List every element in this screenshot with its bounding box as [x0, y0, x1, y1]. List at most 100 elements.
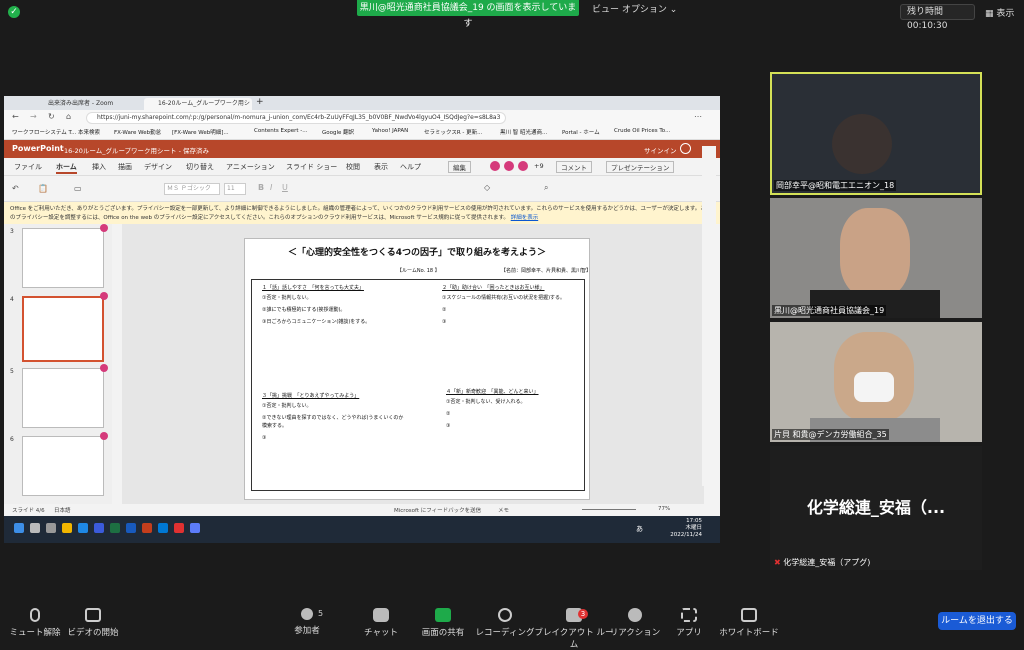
participant-video-speaker[interactable]: 岡部幸平@昭和電工エニオン_18 — [770, 72, 982, 195]
windows-taskbar: あ 17:05 木曜日 2022/11/24 — [4, 516, 720, 543]
slide-page[interactable]: ＜「心理的安全性をつくる4つの因子」で取り組みを考えよう＞ 【ルームNo. 18… — [244, 238, 591, 500]
outlook-icon[interactable] — [158, 523, 168, 533]
q3-line: ③ — [262, 435, 267, 441]
chat-button[interactable]: チャット — [346, 608, 416, 638]
powerpoint-icon[interactable] — [142, 523, 152, 533]
italic-icon[interactable]: I — [270, 183, 272, 192]
participant-video[interactable]: 片貝 和貴@デンカ労働組合_35 — [770, 322, 982, 442]
menu-draw[interactable]: 描画 — [118, 162, 132, 172]
menu-view[interactable]: 表示 — [374, 162, 388, 172]
search-icon[interactable] — [30, 523, 40, 533]
teams-icon[interactable] — [190, 523, 200, 533]
browser-menu-icon[interactable]: ⋯ — [694, 112, 702, 121]
slide-counter: スライド 4/6 — [12, 508, 45, 514]
new-tab-icon[interactable]: + — [256, 97, 264, 107]
zoom-level[interactable]: 77% — [658, 506, 670, 512]
taskview-icon[interactable] — [46, 523, 56, 533]
bookmark-item[interactable]: セラミックスR - 更新... — [424, 128, 482, 136]
privacy-notice: Office をご利用いただき、ありがとうございます。プライバシー設定を一部更新… — [4, 202, 720, 224]
share-screen-icon — [435, 608, 451, 622]
edge-icon[interactable] — [78, 523, 88, 533]
display-button[interactable]: ▦ 表示 — [985, 6, 1014, 19]
video-button[interactable]: ビデオの開始 — [58, 608, 128, 638]
shapes-icon[interactable]: ◇ — [484, 183, 490, 192]
excel-icon[interactable] — [110, 523, 120, 533]
record-button[interactable]: レコーディング — [470, 608, 540, 638]
comment-button[interactable]: コメント — [556, 161, 592, 173]
forward-icon[interactable]: → — [30, 112, 37, 121]
bookmark-item[interactable]: Portal - ホーム — [562, 128, 600, 136]
slide-thumbnail[interactable] — [22, 368, 104, 428]
zoom-slider[interactable] — [582, 509, 636, 510]
acrobat-icon[interactable] — [174, 523, 184, 533]
video-off-icon — [85, 608, 101, 622]
signin-link[interactable]: サインイン — [644, 145, 677, 155]
menu-insert[interactable]: 挿入 — [92, 162, 106, 172]
coauthor-count[interactable]: +9 — [534, 162, 544, 170]
slide-thumbnail[interactable] — [22, 228, 104, 288]
notes-button[interactable]: メモ — [498, 506, 509, 514]
edit-mode-button[interactable]: 編集 — [448, 161, 471, 173]
find-icon[interactable]: ⌕ — [544, 183, 548, 193]
menu-animations[interactable]: アニメーション — [226, 162, 275, 172]
share-screen-button[interactable]: 画面の共有 — [408, 608, 478, 638]
account-icon[interactable] — [680, 143, 691, 154]
slide-thumbnail[interactable] — [22, 436, 104, 496]
whiteboard-button[interactable]: ホワイトボード — [714, 608, 784, 638]
bookmark-item[interactable]: Yahoo! JAPAN — [372, 128, 408, 134]
coauthor-avatar — [504, 161, 514, 171]
reload-icon[interactable]: ↻ — [48, 112, 55, 121]
back-icon[interactable]: ← — [12, 112, 19, 121]
font-size-select[interactable]: 11 — [224, 183, 246, 195]
bookmark-item[interactable]: Crude Oil Prices To... — [614, 128, 670, 134]
present-button[interactable]: プレゼンテーション — [606, 161, 675, 173]
bookmark-item[interactable]: [FX-Ware Web明細]... — [172, 128, 229, 136]
menu-design[interactable]: デザイン — [144, 162, 172, 172]
bookmark-item[interactable]: FX-Ware Web勤怠 — [114, 128, 161, 136]
bookmark-item[interactable]: Contents Expert -... — [254, 128, 308, 134]
remaining-value: 00:10:30 — [907, 21, 948, 31]
font-family-select[interactable]: ＭＳ Ｐゴシック — [164, 183, 220, 195]
explorer-icon[interactable] — [62, 523, 72, 533]
bookmark-item[interactable]: ワークフローシステム T... — [12, 128, 76, 136]
participant-tile-no-video[interactable]: 化学総連_安福（... ✖ 化学総連_安福（アプグ) — [770, 446, 982, 570]
menu-file[interactable]: ファイル — [14, 162, 42, 172]
browser-tab-zoom[interactable]: 出来済み出席者 - Zoom — [34, 98, 142, 110]
browser-tab-ppt[interactable]: 16-20ルーム_グループワーク用シート — [144, 98, 252, 119]
url-input[interactable]: https://juni-my.sharepoint.com/:p:/g/per… — [86, 112, 506, 124]
menu-review[interactable]: 校閲 — [346, 162, 360, 172]
menu-home[interactable]: ホーム — [56, 162, 77, 174]
underline-icon[interactable]: U — [282, 183, 288, 192]
participant-name: 片貝 和貴@デンカ労働組合_35 — [772, 429, 889, 440]
bookmark-item[interactable]: 本来検索 — [78, 128, 100, 136]
slide-thumbnail-selected[interactable] — [22, 296, 104, 362]
ppt-title-bar: PowerPoint 16-20ルーム_グループワーク用シート - 保存済み サ… — [4, 140, 720, 158]
bold-icon[interactable]: B — [258, 183, 264, 192]
share-banner: 黒川@昭光通商社員協議会_19 の画面を表示しています — [357, 0, 579, 29]
participants-count: 5 — [318, 609, 324, 618]
menu-slideshow[interactable]: スライド ショー — [286, 162, 337, 172]
zoom-app-icon[interactable] — [94, 523, 104, 533]
start-icon[interactable] — [14, 523, 24, 533]
notice-link[interactable]: 詳細を表示 — [511, 215, 539, 221]
home-icon[interactable]: ⌂ — [66, 112, 71, 121]
bookmark-item[interactable]: Google 翻訳 — [322, 128, 354, 136]
security-shield-icon[interactable]: ✓ — [8, 6, 20, 18]
participant-video[interactable]: 黒川@昭光通商社員協議会_19 — [770, 198, 982, 318]
view-options-button[interactable]: ビュー オプション ⌄ — [592, 2, 677, 15]
feedback-link[interactable]: Microsoft にフィードバックを送信 — [394, 506, 481, 514]
ppt-doc-title[interactable]: 16-20ルーム_グループワーク用シート - 保存済み — [64, 145, 209, 155]
bookmark-item[interactable]: 黒川 智 昭光通商... — [500, 128, 547, 136]
taskbar-clock[interactable]: 17:05 木曜日 2022/11/24 — [656, 518, 702, 539]
word-icon[interactable] — [126, 523, 136, 533]
address-bar: ← → ↻ ⌂ https://juni-my.sharepoint.com/:… — [4, 110, 720, 126]
menu-help[interactable]: ヘルプ — [400, 162, 421, 172]
ime-indicator[interactable]: あ — [636, 524, 643, 534]
undo-icon[interactable]: ↶ — [12, 184, 19, 193]
participants-button[interactable]: 参加者 — [272, 608, 342, 636]
language-status[interactable]: 日本語 — [54, 506, 71, 514]
leave-room-button[interactable]: ルームを退出する — [938, 612, 1016, 630]
new-slide-icon[interactable]: ▭ — [74, 184, 82, 193]
paste-icon[interactable]: 📋 — [38, 184, 48, 193]
menu-transitions[interactable]: 切り替え — [186, 162, 214, 172]
